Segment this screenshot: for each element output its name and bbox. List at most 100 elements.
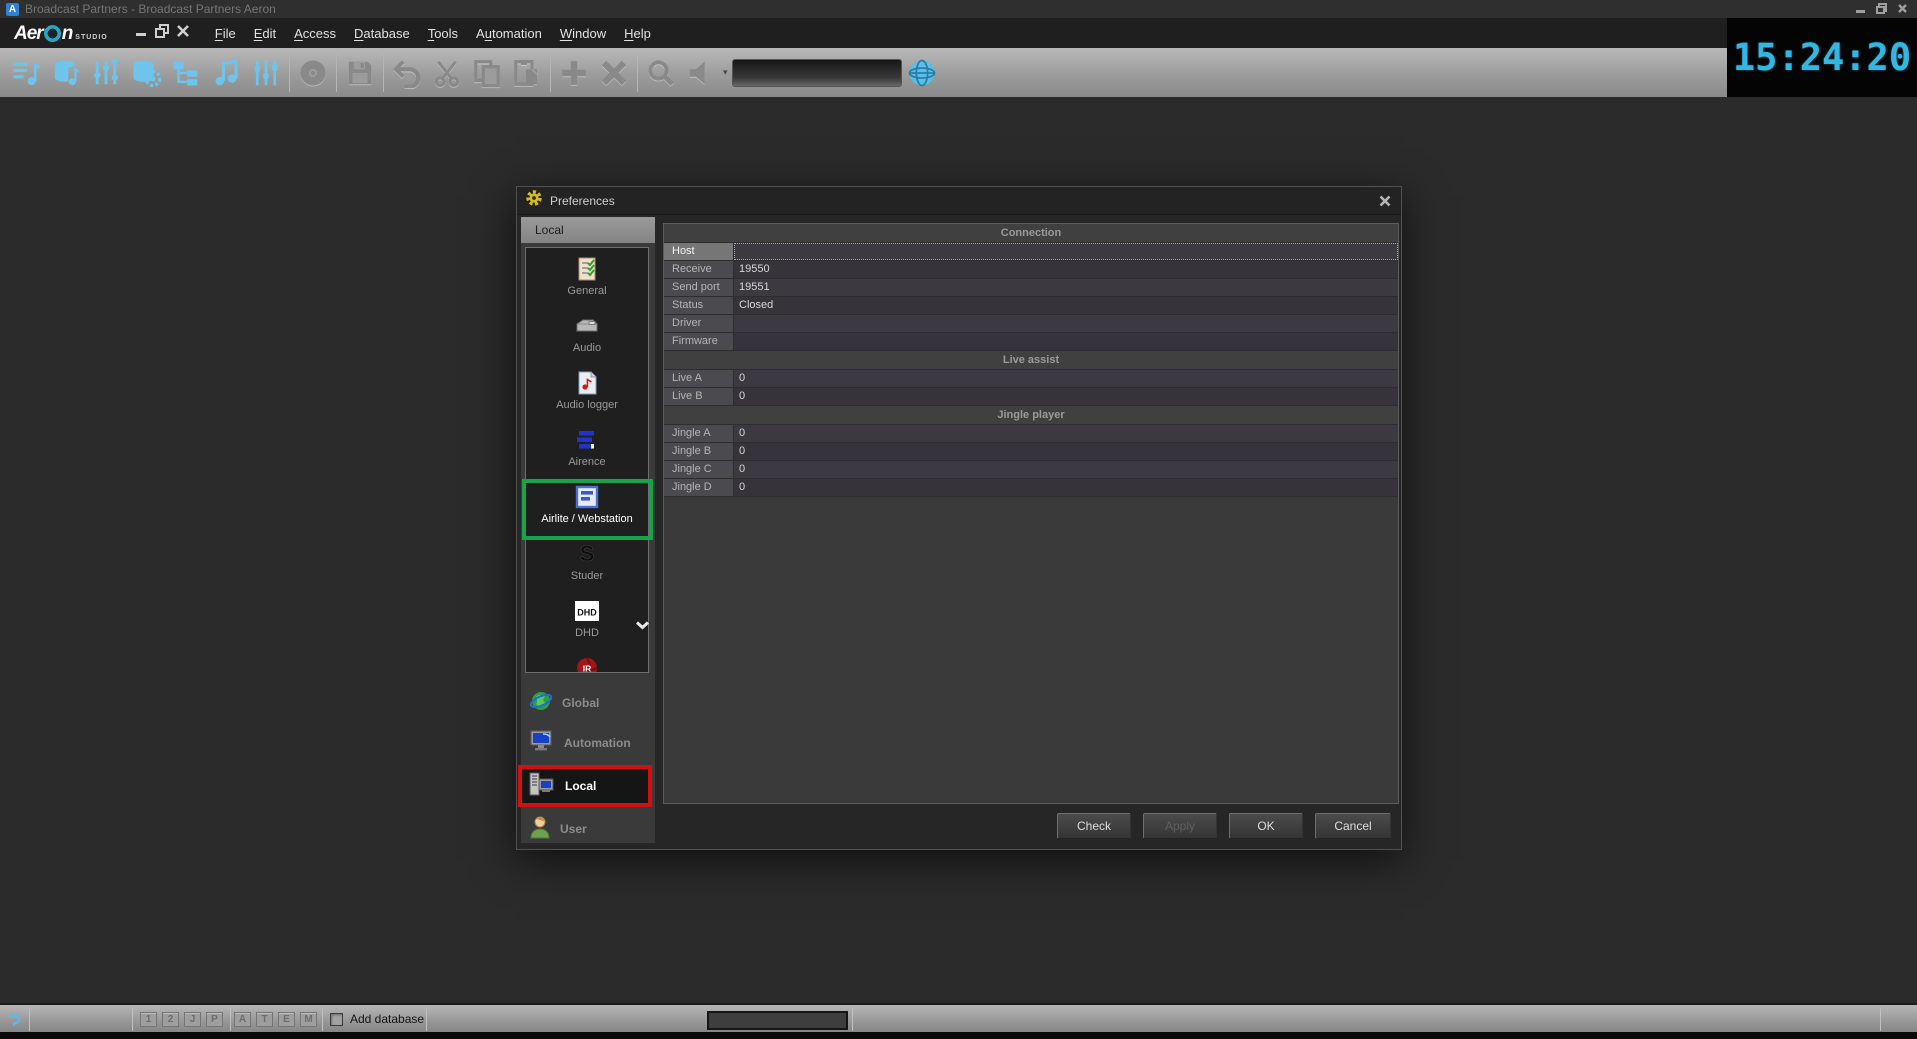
field-label: Live A (664, 370, 734, 387)
save-icon[interactable] (340, 54, 380, 92)
category-label: Global (562, 696, 599, 710)
mdi-restore-icon[interactable] (155, 24, 169, 43)
volume-icon[interactable] (681, 54, 721, 92)
mdi-close-icon[interactable] (176, 24, 190, 43)
status-badge-p[interactable]: P (206, 1012, 223, 1027)
device-item-audio[interactable]: Audio (526, 307, 648, 364)
cut-icon[interactable] (427, 54, 467, 92)
category-label: Automation (564, 736, 631, 750)
database-music-icon[interactable] (46, 54, 86, 92)
close-icon[interactable] (1896, 2, 1909, 15)
tree-view-icon[interactable] (166, 54, 206, 92)
status-badge-a[interactable]: A (234, 1012, 251, 1027)
device-item-ir[interactable]: IRIR (526, 649, 648, 673)
add-database-checkbox[interactable] (330, 1013, 343, 1026)
cancel-button[interactable]: Cancel (1315, 813, 1391, 839)
ir-icon: IR (526, 654, 648, 673)
section-header-connection: Connection (664, 224, 1398, 243)
paste-icon[interactable] (507, 54, 547, 92)
menu-item-automation[interactable]: Automation (467, 22, 551, 45)
category-item-user[interactable]: User (523, 811, 651, 847)
menu-item-help[interactable]: Help (615, 22, 660, 45)
device-list: General Audio Audio logger Airence Airlite /… (525, 247, 649, 673)
device-label: General (526, 285, 648, 297)
status-badge-m[interactable]: M (300, 1012, 317, 1027)
toolbar: ▾ (0, 48, 1727, 97)
menu-item-tools[interactable]: Tools (419, 22, 467, 45)
minimize-icon[interactable] (1854, 2, 1867, 15)
device-label: DHD (526, 627, 648, 639)
field-value[interactable]: 0 (734, 370, 1398, 387)
copy-icon[interactable] (467, 54, 507, 92)
category-item-automation[interactable]: Automation (523, 725, 651, 761)
field-value[interactable]: 19551 (734, 279, 1398, 296)
status-bar: 12JP ATEM Add database (0, 1003, 1917, 1032)
device-item-dhd[interactable]: DHD DHD (526, 592, 648, 649)
section-header-jingle-player: Jingle player (664, 406, 1398, 425)
category-item-global[interactable]: Global (523, 685, 651, 721)
menu-bar: Aern STUDIO FileEditAccessDatabaseToolsA… (0, 18, 1917, 48)
field-value[interactable] (734, 315, 1398, 332)
studer-icon: S (526, 540, 648, 568)
device-label: Audio logger (526, 399, 648, 411)
sidebar-tab-local[interactable]: Local (521, 217, 655, 243)
automation-monitor-icon (529, 729, 555, 758)
menu-item-file[interactable]: File (206, 22, 245, 45)
globe-icon[interactable] (902, 54, 942, 92)
add-icon[interactable] (554, 54, 594, 92)
digital-clock: 15:24:20 (1733, 36, 1911, 79)
volume-dropdown-icon[interactable]: ▾ (723, 67, 728, 78)
field-value[interactable]: 0 (734, 461, 1398, 478)
preferences-dialog: Preferences Local GeneralAudioAudio logg… (516, 186, 1402, 850)
status-badge-t[interactable]: T (256, 1012, 273, 1027)
menu-item-edit[interactable]: Edit (245, 22, 285, 45)
clock-panel: 15:24:20 (1727, 18, 1917, 97)
toolbar-search-input[interactable] (732, 59, 902, 87)
field-value[interactable]: 0 (734, 425, 1398, 442)
mdi-minimize-icon[interactable] (134, 24, 148, 43)
menu-item-access[interactable]: Access (285, 22, 345, 45)
field-value[interactable] (734, 243, 1398, 260)
search-icon[interactable] (641, 54, 681, 92)
delete-icon[interactable] (594, 54, 634, 92)
category-item-local[interactable]: Local (518, 765, 652, 807)
menu-item-database[interactable]: Database (345, 22, 419, 45)
device-item-general[interactable]: General (526, 250, 648, 307)
svg-text:DHD: DHD (577, 608, 597, 618)
check-button[interactable]: Check (1057, 813, 1131, 839)
status-badge-j[interactable]: J (184, 1012, 201, 1027)
field-label: Status (664, 297, 734, 314)
field-row-jingle-b: Jingle B0 (664, 443, 1398, 461)
status-badge-e[interactable]: E (278, 1012, 295, 1027)
field-value[interactable]: Closed (734, 297, 1398, 314)
field-value[interactable]: 0 (734, 388, 1398, 405)
dialog-close-icon[interactable] (1377, 193, 1393, 209)
statusbar-separator (426, 1008, 427, 1031)
music-note-icon[interactable] (206, 54, 246, 92)
restore-icon[interactable] (1875, 2, 1888, 15)
field-value[interactable] (734, 333, 1398, 350)
field-value[interactable]: 0 (734, 443, 1398, 460)
apply-button[interactable]: Apply (1143, 813, 1217, 839)
device-item-airence[interactable]: Airence (526, 421, 648, 478)
device-item-studer[interactable]: SStuder (526, 535, 648, 592)
device-item-airlite-webstation[interactable]: Airlite / Webstation (526, 478, 648, 535)
status-badge-2[interactable]: 2 (162, 1012, 179, 1027)
faders-icon[interactable] (246, 54, 286, 92)
device-label: Airence (526, 456, 648, 468)
mixer-icon[interactable] (86, 54, 126, 92)
cd-icon[interactable] (293, 54, 333, 92)
chevron-down-icon[interactable] (635, 617, 650, 635)
playlist-icon[interactable] (6, 54, 46, 92)
undo-icon[interactable] (387, 54, 427, 92)
statusbar-separator (132, 1008, 133, 1031)
menu-item-window[interactable]: Window (551, 22, 615, 45)
status-meter (707, 1011, 848, 1030)
device-item-audio-logger[interactable]: Audio logger (526, 364, 648, 421)
status-badge-1[interactable]: 1 (140, 1012, 157, 1027)
ok-button[interactable]: OK (1229, 813, 1303, 839)
status-badges-left: 12JP (140, 1012, 223, 1027)
database-settings-icon[interactable] (126, 54, 166, 92)
field-value[interactable]: 0 (734, 479, 1398, 496)
field-value[interactable]: 19550 (734, 261, 1398, 278)
